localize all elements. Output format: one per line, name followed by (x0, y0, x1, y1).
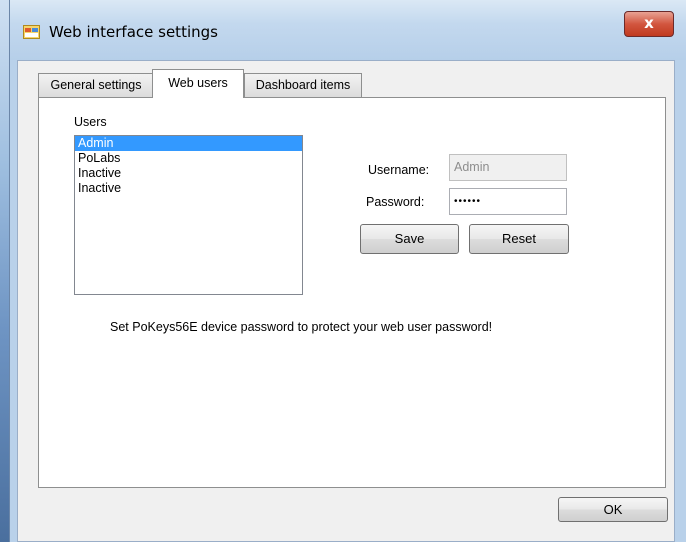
list-item-inactive[interactable]: Inactive (75, 181, 302, 196)
password-label: Password: (366, 195, 425, 209)
web-users-panel: Users Admin PoLabs Inactive Inactive Use… (38, 97, 666, 488)
background-window-edge (0, 0, 9, 542)
close-button[interactable]: x (624, 11, 674, 37)
dialog-window: Web interface settings x General setting… (9, 0, 686, 542)
window-title: Web interface settings (49, 23, 218, 41)
users-listbox[interactable]: Admin PoLabs Inactive Inactive (74, 135, 303, 295)
tab-general-settings[interactable]: General settings (38, 73, 154, 97)
users-label: Users (74, 115, 107, 129)
close-icon: x (644, 14, 654, 32)
save-button[interactable]: Save (360, 224, 459, 254)
ok-button[interactable]: OK (558, 497, 668, 522)
app-window-icon (23, 25, 40, 39)
reset-button[interactable]: Reset (469, 224, 569, 254)
list-item-polabs[interactable]: PoLabs (75, 151, 302, 166)
username-label: Username: (368, 163, 430, 177)
dialog-client-area: General settings Web users Dashboard ite… (17, 60, 675, 542)
list-item-inactive[interactable]: Inactive (75, 166, 302, 181)
title-bar[interactable]: Web interface settings x (10, 0, 686, 60)
tab-web-users[interactable]: Web users (152, 69, 244, 98)
password-field[interactable]: •••••• (449, 188, 567, 215)
username-field[interactable]: Admin (449, 154, 567, 181)
tab-dashboard-items[interactable]: Dashboard items (244, 73, 362, 97)
list-item-admin[interactable]: Admin (75, 136, 302, 151)
password-warning-text: Set PoKeys56E device password to protect… (110, 320, 493, 334)
